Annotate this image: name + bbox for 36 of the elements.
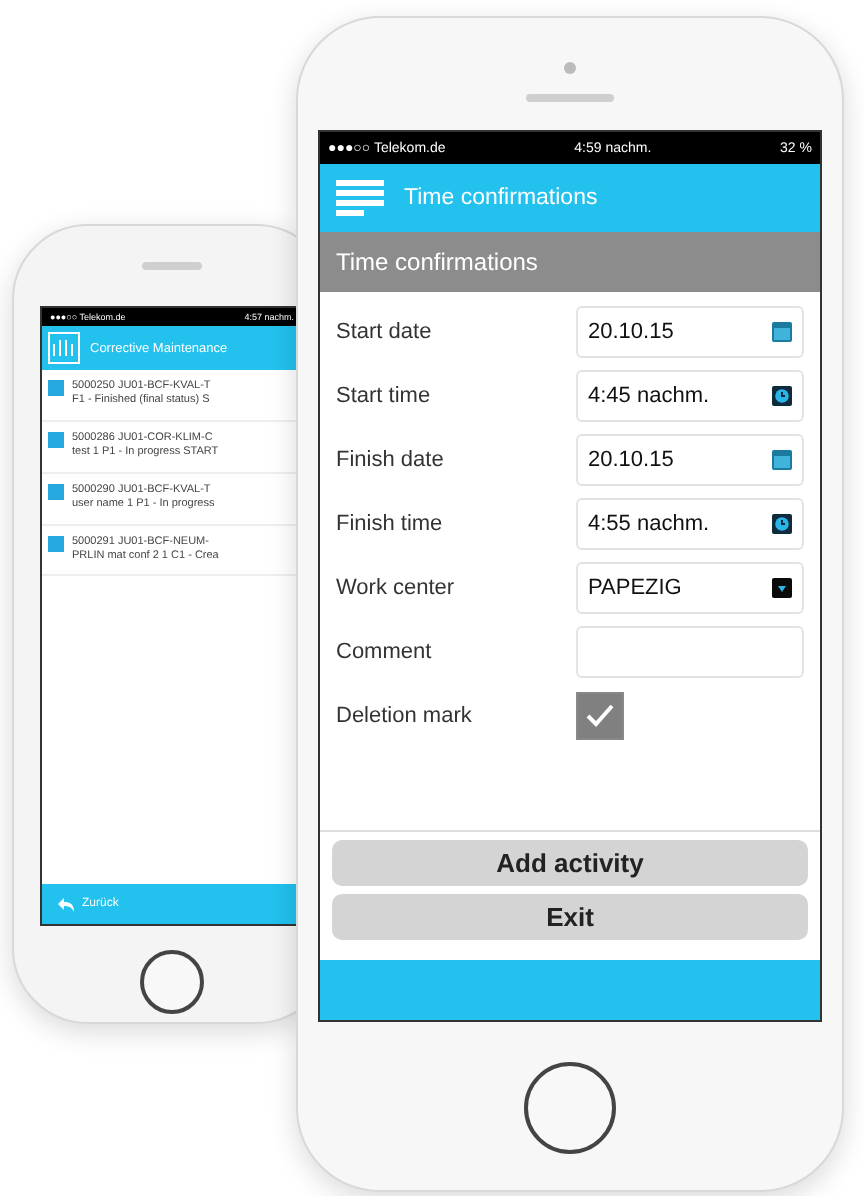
menu-icon[interactable] xyxy=(336,180,384,216)
field-label: Deletion mark xyxy=(336,704,474,728)
app-logo-icon xyxy=(48,332,80,364)
header-title: Time confirmations xyxy=(404,186,598,210)
input-field[interactable]: 4:45 nachm. xyxy=(576,370,804,422)
speaker-slot xyxy=(142,262,202,270)
action-button[interactable]: Add activity xyxy=(332,840,808,886)
input-field[interactable]: 20.10.15 xyxy=(576,434,804,486)
dropdown-icon[interactable] xyxy=(772,578,792,598)
input-field[interactable]: 20.10.15 xyxy=(576,306,804,358)
home-button[interactable] xyxy=(524,1062,616,1154)
clock-icon[interactable] xyxy=(772,386,792,406)
home-button[interactable] xyxy=(140,950,204,1014)
input-field[interactable] xyxy=(576,626,804,678)
calendar-icon[interactable] xyxy=(772,322,792,342)
field-label: Work center xyxy=(336,576,457,600)
dropdown-field[interactable]: PAPEZIG xyxy=(576,562,804,614)
status-square-icon xyxy=(48,431,64,448)
back-arrow-icon[interactable] xyxy=(58,897,74,911)
section-header: Time confirmations xyxy=(320,232,820,292)
field-label: Finish date xyxy=(336,448,446,472)
camera-dot xyxy=(564,62,576,74)
field-label: Start time xyxy=(336,384,433,408)
input-field[interactable]: 4:55 nachm. xyxy=(576,498,804,550)
clock-icon[interactable] xyxy=(772,514,792,534)
calendar-icon[interactable] xyxy=(772,450,792,470)
action-button[interactable]: Exit xyxy=(332,894,808,940)
status-square-icon xyxy=(48,483,64,500)
checkbox[interactable] xyxy=(576,692,624,740)
speaker-slot xyxy=(526,94,614,102)
field-label: Start date xyxy=(336,320,434,344)
field-label: Finish time xyxy=(336,512,445,536)
checkmark-icon xyxy=(586,704,614,728)
field-label: Comment xyxy=(336,640,434,664)
status-square-icon xyxy=(48,380,64,396)
status-square-icon xyxy=(48,535,64,552)
